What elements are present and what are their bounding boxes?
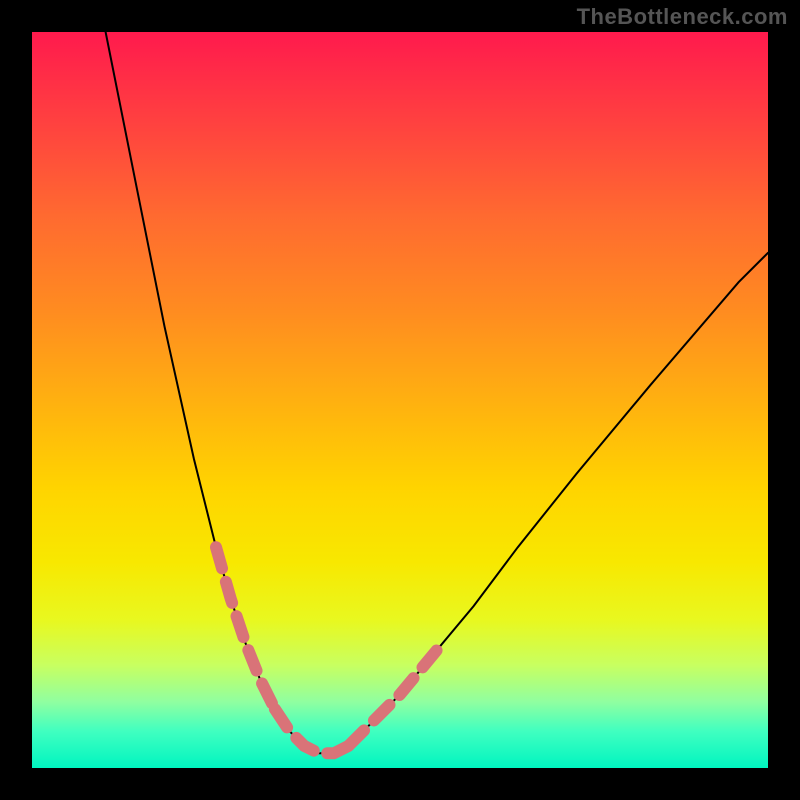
chart-frame: TheBottleneck.com bbox=[0, 0, 800, 800]
plot-area bbox=[32, 32, 768, 768]
curve-svg bbox=[32, 32, 768, 768]
watermark-text: TheBottleneck.com bbox=[577, 4, 788, 30]
left-dash-overlay bbox=[216, 547, 275, 709]
right-dash-overlay bbox=[349, 650, 437, 746]
minimum-dash-overlay bbox=[275, 709, 349, 753]
